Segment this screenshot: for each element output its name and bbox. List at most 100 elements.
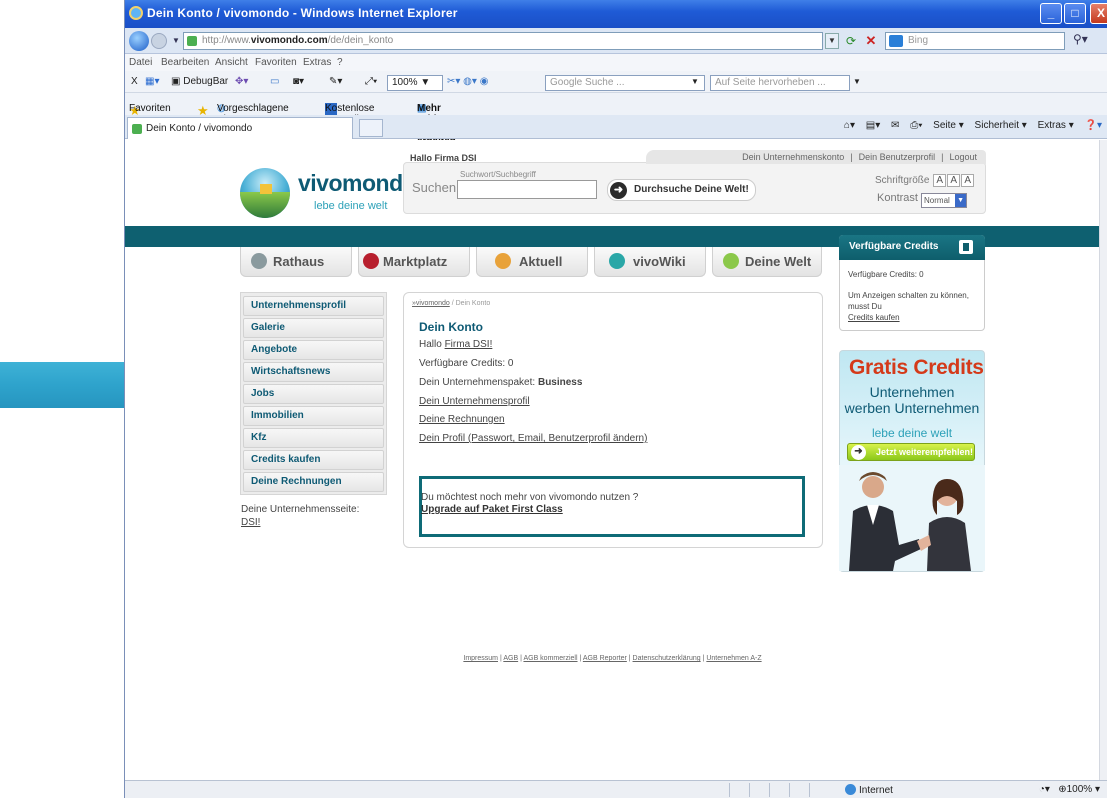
url-input[interactable]: http://www.vivomondo.com/de/dein_konto — [183, 32, 823, 50]
menu-kfz[interactable]: Kfz — [243, 428, 384, 448]
tab-dein-konto[interactable]: Dein Konto / vivomondo — [127, 117, 353, 139]
credits-kaufen-link[interactable]: Credits kaufen — [848, 313, 900, 322]
nav-marktplatz[interactable]: Marktplatz — [358, 247, 470, 277]
tab-favicon-icon — [132, 124, 142, 134]
footer-impressum[interactable]: Impressum — [463, 655, 498, 662]
menu-help[interactable]: ? — [337, 57, 343, 68]
new-tab-button[interactable] — [359, 119, 383, 137]
menu-extras[interactable]: Extras — [303, 57, 331, 68]
contrast-select[interactable]: Normal ▼ — [921, 193, 968, 208]
unternehmensprofil-link[interactable]: Dein Unternehmensprofil — [419, 396, 530, 407]
globe-icon — [240, 168, 290, 218]
page-icon[interactable]: ▭ — [270, 75, 279, 90]
menu-favoriten[interactable]: Favoriten — [255, 57, 297, 68]
zoom-select[interactable]: 100% ▼ — [387, 75, 443, 91]
logout-link[interactable]: Logout — [946, 152, 980, 162]
menu-galerie[interactable]: Galerie — [243, 318, 384, 338]
title-bar: Dein Konto / vivomondo - Windows Interne… — [125, 0, 1107, 28]
logo-tagline: lebe deine welt — [314, 200, 388, 212]
security-zone[interactable]: Internet — [845, 784, 893, 796]
sicherheit-menu[interactable]: Sicherheit ▾ — [975, 120, 1027, 131]
seite-menu[interactable]: Seite ▾ — [933, 120, 964, 131]
toolbar-close-button[interactable]: X — [131, 75, 138, 90]
screen: Dein Konto / vivomondo - Windows Interne… — [0, 0, 1107, 798]
menu-unternehmensprofil[interactable]: Unternehmensprofil — [243, 296, 384, 316]
search-submit-button[interactable]: ➜ Durchsuche Deine Welt! — [607, 179, 756, 201]
unternehmenskonto-link[interactable]: Dein Unternehmenskonto — [739, 152, 847, 162]
main-nav: Rathaus Marktplatz Aktuell vivoWiki Dein… — [240, 247, 822, 277]
maximize-button[interactable]: □ — [1064, 3, 1086, 24]
nav-aktuell[interactable]: Aktuell — [476, 247, 588, 277]
bing-search-input[interactable]: Bing — [885, 32, 1065, 50]
menu-bar: Datei Bearbeiten Ansicht Favoriten Extra… — [125, 54, 1107, 71]
upgrade-link[interactable]: Upgrade auf Paket First Class — [421, 504, 563, 515]
site-search-input[interactable] — [457, 180, 597, 199]
menu-angebote[interactable]: Angebote — [243, 340, 384, 360]
print-icon[interactable]: ⎙▾ — [910, 120, 922, 131]
menu-credits-kaufen[interactable]: Credits kaufen — [243, 450, 384, 470]
firma-link[interactable]: Firma DSI! — [445, 339, 493, 350]
page-content: vivomondo lebe deine welt Hallo Firma DS… — [125, 140, 1100, 780]
url-dropdown-icon[interactable]: ▼ — [825, 33, 839, 49]
extras-menu[interactable]: Extras ▾ — [1038, 120, 1074, 131]
forward-button[interactable] — [151, 33, 167, 49]
ie-logo-icon — [129, 6, 143, 20]
menu-immobilien[interactable]: Immobilien — [243, 406, 384, 426]
paket-line: Dein Unternehmenspaket: Business — [419, 377, 583, 388]
highlight-dropdown-icon[interactable]: ▼ — [853, 75, 861, 90]
resize-icon[interactable]: ⤢▾ — [365, 75, 377, 90]
menu-jobs[interactable]: Jobs — [243, 384, 384, 404]
weiterempfehlen-button[interactable]: ➜ Jetzt weiterempfehlen! — [847, 443, 975, 461]
rechnungen-link[interactable]: Deine Rechnungen — [419, 414, 505, 425]
menu-bearbeiten[interactable]: Bearbeiten — [161, 57, 209, 68]
nav-deine-welt[interactable]: Deine Welt — [712, 247, 822, 277]
stop-icon[interactable]: ✕ — [863, 33, 879, 49]
home-icon[interactable]: ⌂▾ — [844, 120, 855, 131]
close-button[interactable]: X — [1090, 3, 1107, 24]
font-large-button[interactable]: A — [961, 174, 975, 187]
nav-rathaus[interactable]: Rathaus — [240, 247, 352, 277]
site-logo[interactable]: vivomondo lebe deine welt — [240, 164, 417, 224]
nav-vivowiki[interactable]: vivoWiki — [594, 247, 706, 277]
history-dropdown-icon[interactable]: ▼ — [172, 36, 180, 45]
refresh-icon[interactable]: ⟳ — [843, 33, 859, 49]
menu-deine-rechnungen[interactable]: Deine Rechnungen — [243, 472, 384, 492]
highlight-input[interactable]: Auf Seite hervorheben ... — [710, 75, 850, 91]
plugin-icon[interactable]: ✥▾ — [235, 75, 248, 90]
status-zoom[interactable]: ◔▾ ⊕100% ▾ — [1039, 784, 1100, 795]
mail-icon[interactable]: ✉ — [891, 120, 899, 131]
camera-icon[interactable]: ◙▾ — [293, 75, 304, 90]
font-medium-button[interactable]: A — [947, 174, 961, 187]
profil-link[interactable]: Dein Profil (Passwort, Email, Benutzerpr… — [419, 433, 647, 444]
debugbar-button[interactable]: ▣ DebugBar — [171, 75, 228, 90]
footer-agb-kommerziell[interactable]: AGB kommerziell — [523, 655, 577, 662]
search-icon[interactable]: ⚲▾ — [1073, 32, 1103, 50]
unternehmensseite-link[interactable]: DSI! — [241, 517, 260, 528]
globe-icon — [845, 784, 856, 795]
google-dropdown-icon[interactable]: ▼ — [691, 75, 699, 90]
menu-ansicht[interactable]: Ansicht — [215, 57, 248, 68]
credits-toggle-icon[interactable] — [959, 240, 973, 254]
window-title: Dein Konto / vivomondo - Windows Interne… — [147, 6, 458, 20]
font-small-button[interactable]: A — [933, 174, 947, 187]
benutzerprofil-link[interactable]: Dein Benutzerprofil — [856, 152, 939, 162]
menu-wirtschaftsnews[interactable]: Wirtschaftsnews — [243, 362, 384, 382]
footer-datenschutz[interactable]: Datenschutzerklärung — [633, 655, 701, 662]
feeds-icon[interactable]: ▤▾ — [866, 120, 880, 131]
vertical-scrollbar[interactable] — [1099, 140, 1107, 780]
breadcrumb-home-link[interactable]: »vivomondo — [412, 300, 450, 307]
footer-unternehmen-az[interactable]: Unternehmen A-Z — [706, 655, 761, 662]
tools-icon[interactable]: ✂▾ ◍▾ ◉ — [447, 75, 488, 90]
menu-datei[interactable]: Datei — [129, 57, 152, 68]
help-icon[interactable]: ❓▾ — [1085, 120, 1102, 131]
grid-icon[interactable]: ▦▾ — [145, 75, 159, 90]
back-button[interactable] — [129, 31, 149, 51]
credits-note: Um Anzeigen schalten zu können, musst Du… — [848, 291, 969, 322]
pen-icon[interactable]: ✎▾ — [329, 75, 342, 90]
site-favicon-icon — [187, 36, 197, 46]
minimize-button[interactable]: _ — [1040, 3, 1062, 24]
footer-agb[interactable]: AGB — [503, 655, 518, 662]
google-search-input[interactable]: Google Suche ... — [545, 75, 705, 91]
footer-agb-reporter[interactable]: AGB Reporter — [583, 655, 627, 662]
logo-name: vivomondo — [298, 170, 417, 196]
